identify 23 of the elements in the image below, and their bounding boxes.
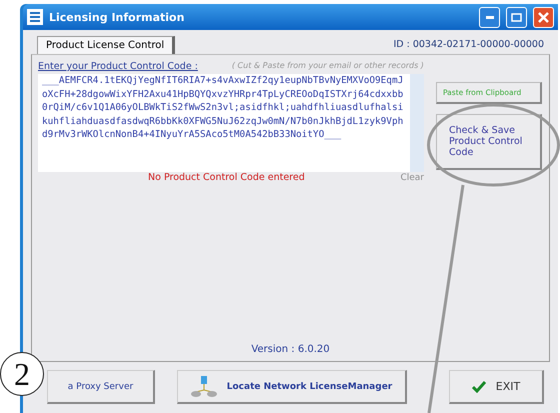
network-icon xyxy=(190,374,217,398)
code-label: Enter your Product Control Code : xyxy=(38,61,198,72)
maximize-icon xyxy=(511,12,522,22)
close-button[interactable] xyxy=(533,6,554,28)
scrollbar[interactable] xyxy=(410,74,424,172)
minimize-button[interactable] xyxy=(479,6,500,28)
tab[interactable]: Product License Control xyxy=(37,36,176,54)
code-field[interactable]: ___AEMFCR4.1tEKQjYegNfIT6RIA7+s4vAxwIZf2qy1eupNbTBvNyEMXVoO9EqmJoXcFH+28dgowWixYFH2Axu41HpBQYQxvzYHRpr4TpLyCREOoDqISTXrj64cdxxbb0rQiM/c6v1Q1A06yOLBWkTiS2fWwS2n3vl;asidfhkl;uahdfhliuasdlufhalsikuhfliahduasdfasdwqR6bbKk0XFWG5NuJ62zqJw0mN/N7b0nJkhBjdL1zyk9Vphd9rMv3rWKOlcnNonB4+4INyuYrA5SAco5tM0A542bB33NoitYO___ xyxy=(38,74,424,172)
version-label: Version : 6.0.20 xyxy=(251,344,330,355)
window-title: Licensing Information xyxy=(49,10,186,24)
step-number-callout: 2 xyxy=(0,352,44,396)
checkmark-icon xyxy=(472,380,486,392)
code-hint: ( Cut & Paste from your email or other records ) xyxy=(232,61,424,72)
maximize-button[interactable] xyxy=(506,6,527,28)
network-button[interactable]: Locate Network LicenseManager xyxy=(177,370,407,404)
app-icon xyxy=(27,9,43,25)
close-icon xyxy=(538,12,549,22)
id-label: ID : 00342-02171-00000-00000 xyxy=(393,39,544,52)
proxy-button[interactable]: a Proxy Server xyxy=(47,370,155,404)
check-save-button[interactable]: Check & Save Product Control Code xyxy=(436,114,542,170)
exit-button[interactable]: EXIT xyxy=(449,370,544,404)
minimize-icon xyxy=(486,16,494,18)
status-message: No Product Control Code entered xyxy=(148,172,305,183)
